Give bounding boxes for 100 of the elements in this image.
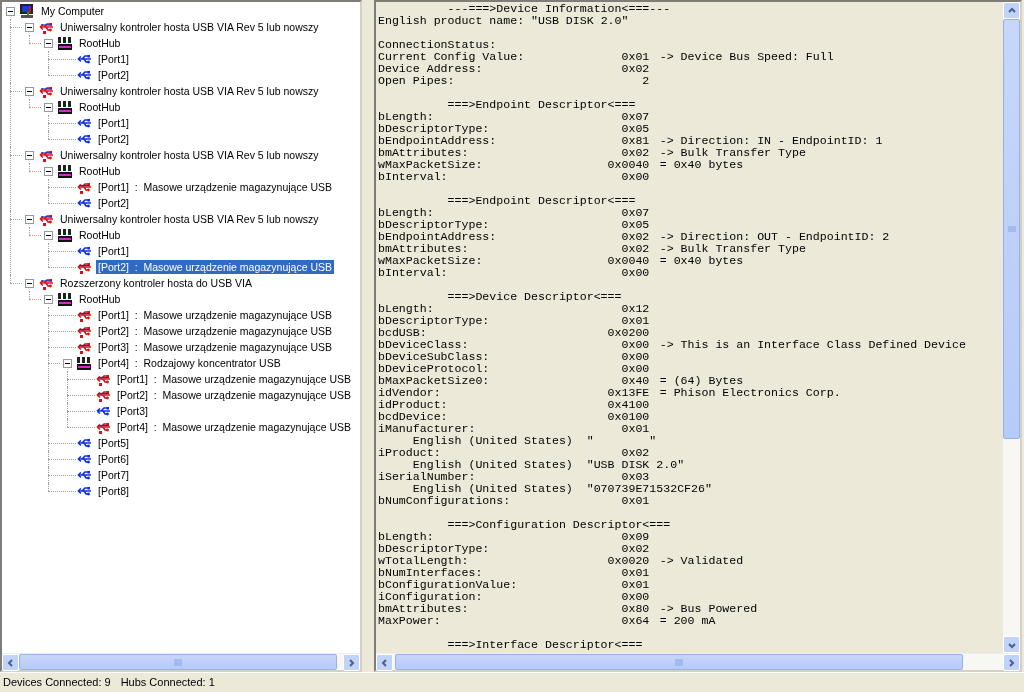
field-value: 0x01 <box>620 579 650 591</box>
field-value: 0x00 <box>620 591 650 603</box>
field-label: bDeviceClass: <box>378 339 470 351</box>
section-header: ===>Configuration Descriptor<=== <box>447 519 671 531</box>
field-label: MaxPower: <box>378 615 442 627</box>
tree-item[interactable]: [Port8] <box>96 484 131 498</box>
field-label: idProduct: <box>378 399 449 411</box>
tree-item[interactable]: [Port7] <box>96 468 131 482</box>
scroll-right-button[interactable] <box>343 654 360 671</box>
field-label: wMaxPacketSize: <box>378 159 484 171</box>
field-note: -> This is an Interface Class Defined Device <box>659 339 966 351</box>
field-value: 0x64 <box>620 615 650 627</box>
tree-item[interactable]: [Port1] <box>96 244 131 258</box>
scroll-up-button[interactable] <box>1003 2 1020 19</box>
tree-item[interactable]: [Port2] : Masowe urządzenie magazynujące USB <box>115 388 354 402</box>
tree-item[interactable]: Uniwersalny kontroler hosta USB VIA Rev 5 lub nowszy <box>58 212 321 226</box>
tree-item[interactable]: RootHub <box>77 292 123 306</box>
tree-item[interactable]: [Port4] : Rodzajowy koncentrator USB <box>96 356 283 370</box>
language-label: English (United States) <box>412 483 574 495</box>
collapse-toggle[interactable] <box>44 230 53 240</box>
field-label: Current Config Value: <box>378 51 526 63</box>
collapse-toggle[interactable] <box>63 358 72 368</box>
collapse-toggle[interactable] <box>44 102 53 112</box>
field-label: bNumConfigurations: <box>378 495 512 507</box>
tree-item[interactable]: [Port2] <box>96 68 131 82</box>
tree-item[interactable]: Uniwersalny kontroler hosta USB VIA Rev 5 lub nowszy <box>58 20 321 34</box>
grip-icon <box>1007 225 1016 233</box>
field-note: -> Device Bus Speed: Full <box>659 51 834 63</box>
field-value: 0x01 <box>620 315 650 327</box>
hub-icon <box>57 163 73 179</box>
field-note: -> Direction: IN - EndpointID: 1 <box>659 135 883 147</box>
collapse-toggle[interactable] <box>44 38 53 48</box>
collapse-toggle[interactable] <box>25 214 34 224</box>
tree-item[interactable]: RootHub <box>77 100 123 114</box>
field-value: 0x02 <box>620 243 650 255</box>
field-label: bDeviceSubClass: <box>378 351 491 363</box>
tree-item[interactable]: [Port4] : Masowe urządzenie magazynujące USB <box>115 420 354 434</box>
scroll-right-button[interactable] <box>1003 654 1020 671</box>
tree-item[interactable]: Uniwersalny kontroler hosta USB VIA Rev 5 lub nowszy <box>58 148 321 162</box>
tree-item[interactable]: [Port3] : Masowe urządzenie magazynujące USB <box>96 340 335 354</box>
tree-item[interactable]: [Port3] <box>115 404 150 418</box>
field-value: 0x0040 <box>607 159 650 171</box>
field-value: 0x13FE <box>607 387 650 399</box>
hubs-count: Hubs Connected: 1 <box>120 675 215 691</box>
field-label: idVendor: <box>378 387 442 399</box>
field-value: 0x12 <box>620 303 650 315</box>
collapse-toggle[interactable] <box>44 294 53 304</box>
tree-item[interactable]: [Port5] <box>96 436 131 450</box>
tree-item[interactable]: [Port1] : Masowe urządzenie magazynujące USB <box>96 308 335 322</box>
string-value: " " <box>586 435 657 447</box>
collapse-toggle[interactable] <box>25 22 34 32</box>
field-label: Device Address: <box>378 63 484 75</box>
field-value: 0x0040 <box>607 255 650 267</box>
tree-item[interactable]: [Port1] <box>96 52 131 66</box>
collapse-toggle[interactable] <box>25 86 34 96</box>
field-value: 0x05 <box>620 123 650 135</box>
tree-item[interactable]: RootHub <box>77 164 123 178</box>
scroll-left-button[interactable] <box>2 654 19 671</box>
tree-item[interactable]: [Port2] <box>96 132 131 146</box>
field-label: iSerialNumber: <box>378 471 477 483</box>
field-label: wMaxPacketSize: <box>378 255 484 267</box>
field-value: 0x00 <box>620 339 650 351</box>
tree-item[interactable]: [Port1] <box>96 116 131 130</box>
hub-icon <box>57 291 73 307</box>
field-value: 0x02 <box>620 543 650 555</box>
field-label: bNumInterfaces: <box>378 567 484 579</box>
tree-item[interactable]: [Port2] : Masowe urządzenie magazynujące USB <box>96 324 335 338</box>
field-label: bmAttributes: <box>378 243 470 255</box>
scroll-down-button[interactable] <box>1003 636 1020 653</box>
field-label: bEndpointAddress: <box>378 231 498 243</box>
grip-icon <box>675 658 683 666</box>
field-value: 0x40 <box>620 375 650 387</box>
tree-item[interactable]: My Computer <box>39 4 106 18</box>
tree-item[interactable]: RootHub <box>77 36 123 50</box>
tree-item[interactable]: Rozszerzony kontroler hosta do USB VIA <box>58 276 254 290</box>
field-value: 0x80 <box>620 603 650 615</box>
tree-item[interactable]: Uniwersalny kontroler hosta USB VIA Rev 5 lub nowszy <box>58 84 321 98</box>
scroll-left-button[interactable] <box>376 654 393 671</box>
field-value: 0x09 <box>620 531 650 543</box>
hub-icon <box>57 99 73 115</box>
devices-count: Devices Connected: 9 <box>3 675 111 691</box>
field-value: 0x81 <box>620 135 650 147</box>
field-value: 0x05 <box>620 219 650 231</box>
tree-item[interactable]: RootHub <box>77 228 123 242</box>
tree-item[interactable]: [Port2] <box>96 196 131 210</box>
tree-item[interactable]: [Port1] : Masowe urządzenie magazynujące USB <box>96 180 335 194</box>
scrollbar-thumb[interactable] <box>1003 19 1020 439</box>
field-label: iConfiguration: <box>378 591 484 603</box>
tree-item[interactable]: [Port6] <box>96 452 131 466</box>
collapse-toggle[interactable] <box>25 150 34 160</box>
field-note: -> Bulk Transfer Type <box>659 147 806 159</box>
tree-item[interactable]: [Port1] : Masowe urządzenie magazynujące USB <box>115 372 354 386</box>
collapse-toggle[interactable] <box>6 6 15 16</box>
collapse-toggle[interactable] <box>44 166 53 176</box>
tree-item[interactable]: [Port2] : Masowe urządzenie magazynujące USB <box>96 260 335 274</box>
field-label: bDescriptorType: <box>378 219 491 231</box>
collapse-toggle[interactable] <box>25 278 34 288</box>
field-note: -> Bus Powered <box>659 603 758 615</box>
string-value: "USB DISK 2.0" <box>586 459 685 471</box>
field-value: 0x07 <box>620 207 650 219</box>
